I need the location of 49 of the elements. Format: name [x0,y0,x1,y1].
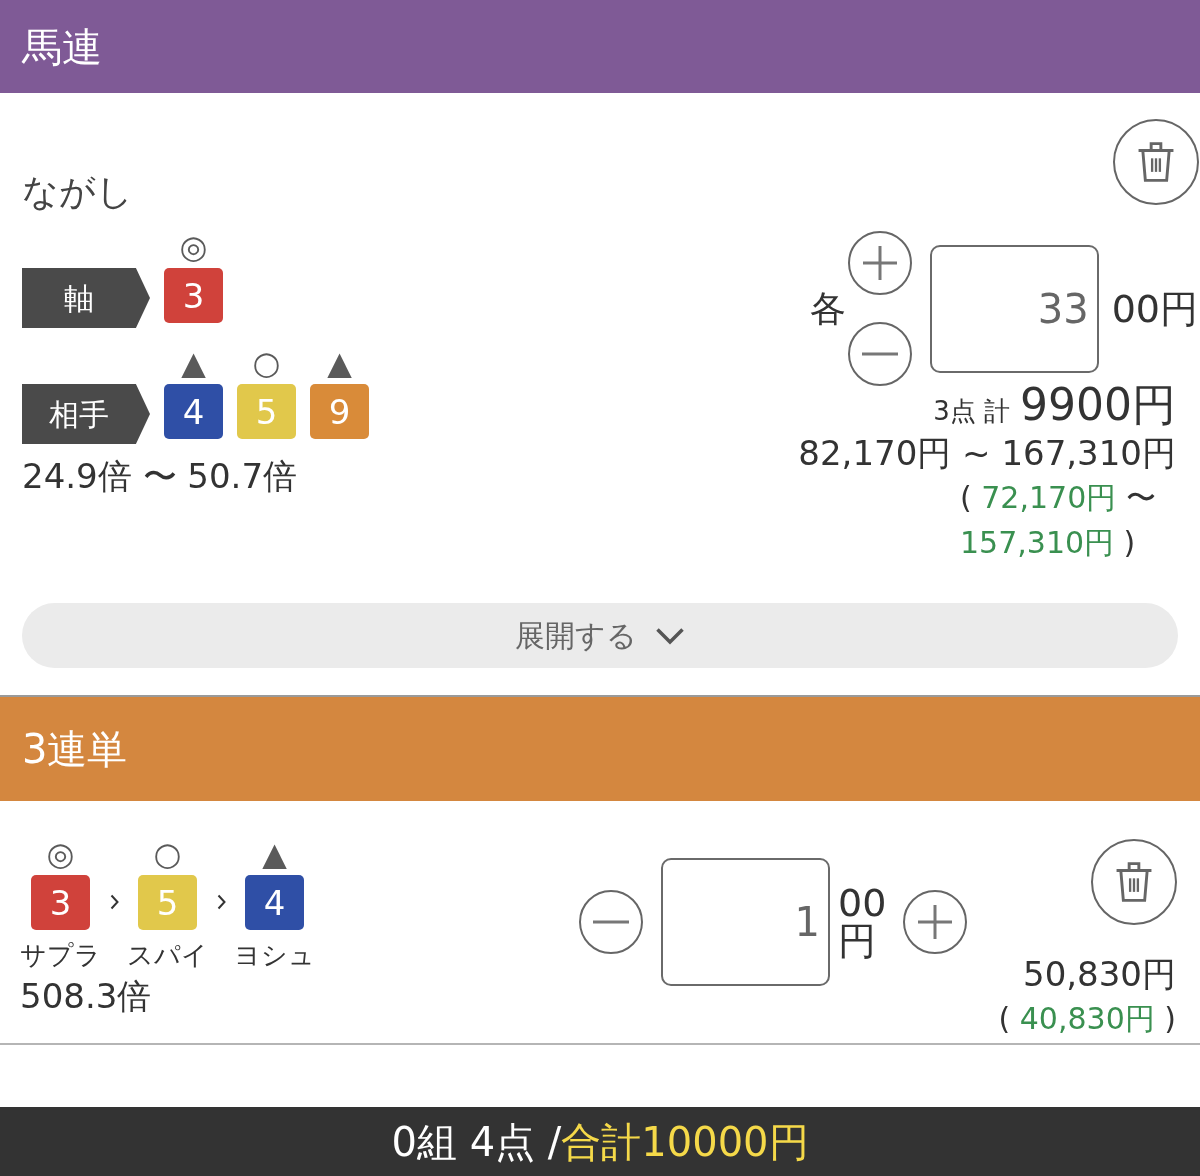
plus-icon [918,905,952,939]
footer-total: 合計10000円 [561,1117,809,1166]
chevron-right-icon [109,894,119,910]
prediction-mark: ▲ [327,348,352,378]
horse-number-tile: 3 [164,268,223,323]
decrease-button[interactable] [579,890,643,954]
prediction-mark: ▲ [181,348,206,378]
plus-icon [862,246,897,280]
horse-name: ヨシュ [234,939,315,972]
total-amount: 9900円 [1020,380,1176,430]
horse-name: サプラ [20,939,101,972]
trash-icon [1137,142,1175,182]
prediction-mark: ◎ [46,839,75,869]
horse-number-tile: 5 [138,875,197,930]
odds-range: 24.9倍 〜 50.7倍 [22,455,298,498]
section-title: 3連単 [22,725,128,773]
prediction-mark: ○ [153,839,182,869]
profit-range: ( 72,170円 〜 157,310円 ) [960,479,1157,562]
minus-icon [861,352,898,356]
footer-summary: 0組 4点 / [391,1117,562,1166]
payout-amount: 50,830円 [1023,953,1176,996]
payout-range: 82,170円 ~ 167,310円 [798,432,1176,475]
odds-value: 508.3倍 [20,976,152,1016]
horse-number-tile: 3 [31,875,90,930]
trash-icon [1115,862,1153,902]
prediction-mark: ▲ [262,839,287,869]
role-label: 相手 [22,384,150,444]
horse-number-tile: 9 [310,384,369,439]
increase-button[interactable] [903,890,967,954]
amount-unit: 00円 [838,884,888,960]
each-label: 各 [809,286,846,331]
prediction-mark: ◎ [179,232,208,262]
amount-unit: 00円 [1111,286,1198,331]
points-label: 3点 計 [933,395,1010,428]
prediction-mark: ○ [252,348,281,378]
amount-input[interactable]: 1 [661,858,830,986]
chevron-right-icon [216,894,226,910]
bet-method: ながし [22,170,133,214]
horse-name: スパイ [127,939,208,972]
horse-number-tile: 4 [164,384,223,439]
chevron-down-icon [655,626,685,645]
horse-number-tile: 4 [245,875,304,930]
amount-input[interactable]: 33 [929,244,1099,373]
horse-number-tile: 5 [237,384,296,439]
minus-icon [593,920,629,924]
expand-button[interactable]: 展開する [22,603,1178,668]
profit-range: ( 40,830円 ) [998,1000,1176,1038]
section-title: 馬連 [22,22,102,71]
role-label: 軸 [22,268,150,328]
